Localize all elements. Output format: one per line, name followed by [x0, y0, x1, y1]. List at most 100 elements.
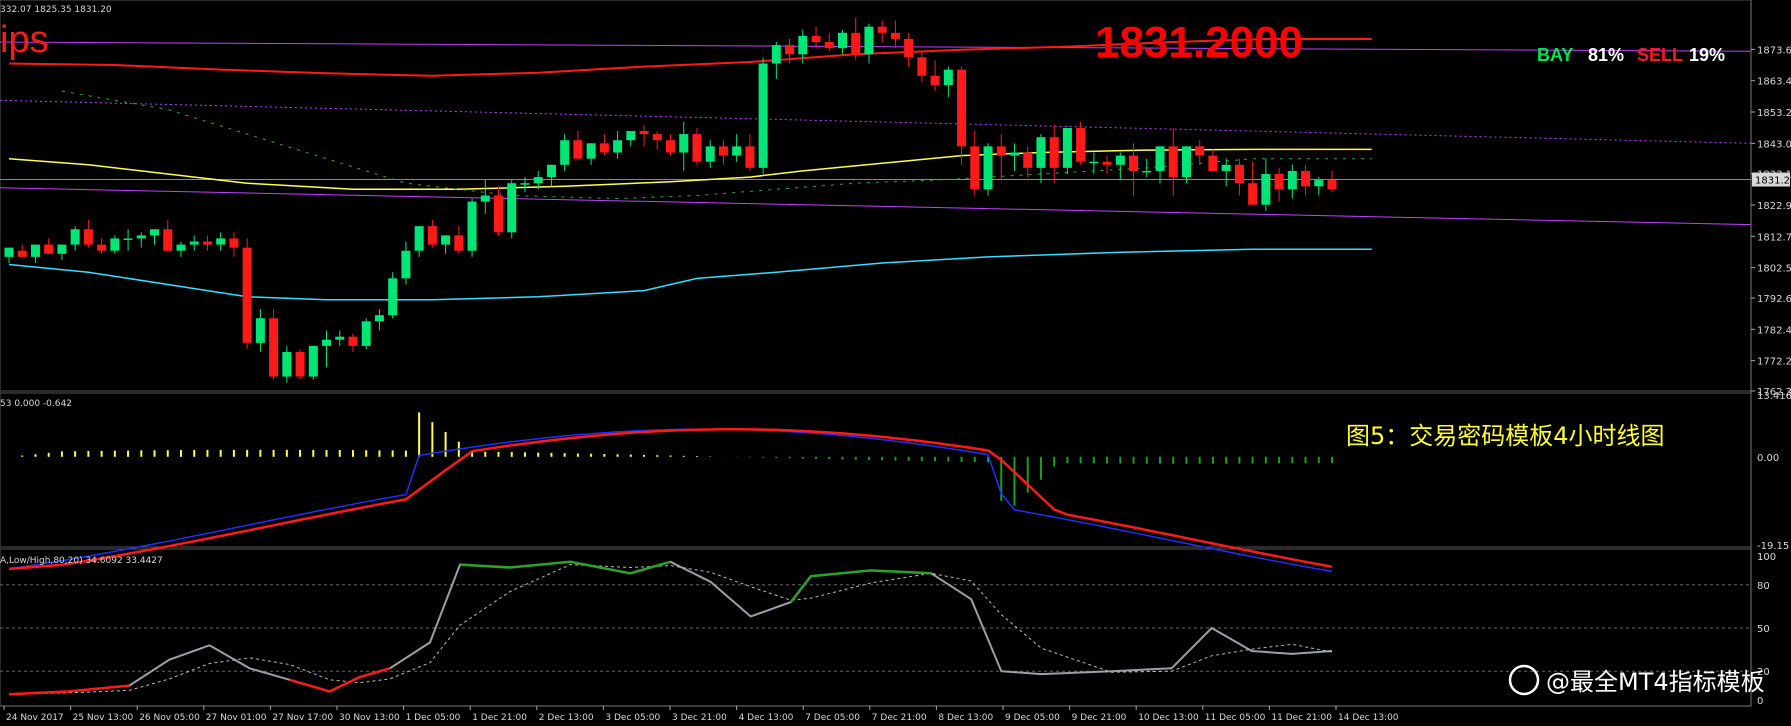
ma-yellow-line	[8, 148, 1372, 191]
candle-body	[57, 244, 67, 254]
candle-body	[1327, 180, 1337, 190]
candle-body	[798, 35, 808, 55]
xtick-label: 25 Nov 13:00	[73, 713, 134, 723]
candle-body	[520, 183, 530, 185]
chart-canvas: 1873.601863.401853.201843.001833.101822.…	[0, 0, 1791, 723]
stoch-overbought-segment	[459, 560, 671, 575]
candle-body	[388, 278, 398, 316]
watermark: @最全MT4指标模板	[1508, 664, 1765, 696]
candle-body	[890, 32, 900, 39]
candle-body	[1142, 170, 1152, 173]
candle-body	[454, 235, 464, 251]
candle-body	[1234, 164, 1244, 184]
candle-body	[30, 244, 40, 257]
stoch-oversold-segment	[289, 667, 391, 693]
channel-upper-line	[0, 41, 1752, 52]
candle-body	[295, 352, 305, 377]
candle-body	[202, 241, 212, 245]
candle-body	[282, 352, 292, 377]
candle-body	[758, 63, 768, 168]
candle-body	[692, 134, 702, 162]
price-ytick-label: 1853.20	[1757, 108, 1791, 119]
candle-body	[666, 140, 675, 153]
candle-body	[1248, 183, 1258, 205]
figure-caption: 图5：交易密码模板4小时线图	[1346, 422, 1665, 450]
current-price-tag-label: 1831.20	[1755, 176, 1791, 187]
candle-body	[242, 247, 252, 343]
candle-body	[480, 195, 490, 202]
candle-body	[745, 146, 755, 168]
candle-body	[441, 235, 451, 245]
candle-body	[943, 69, 953, 85]
bay-label: BAY	[1537, 45, 1573, 65]
xtick-label: 27 Nov 01:00	[206, 713, 267, 723]
xtick-label: 7 Dec 21:00	[872, 713, 927, 723]
candle-body	[44, 244, 54, 254]
price-ytick-label: 1772.20	[1757, 357, 1791, 368]
macd-ytick-label: 13.416	[1757, 391, 1791, 402]
candle-body	[599, 143, 609, 153]
sell-value: 19%	[1689, 45, 1725, 65]
ohlc-readout: 332.07 1825.35 1831.20	[0, 5, 112, 15]
candle-body	[1062, 127, 1072, 168]
candle-body	[1102, 161, 1112, 165]
candle-body	[163, 229, 173, 251]
candle-body	[1287, 170, 1297, 190]
candle-body	[613, 140, 623, 153]
candle-body	[322, 339, 332, 346]
candle-body	[718, 146, 728, 156]
xtick-label: 14 Dec 13:00	[1338, 713, 1399, 723]
candle-body	[83, 229, 93, 245]
candle-body	[1314, 180, 1324, 187]
candle-body	[930, 75, 940, 85]
candle-body	[427, 226, 437, 245]
candle-body	[255, 318, 265, 343]
price-ytick-label: 1802.50	[1757, 264, 1791, 275]
stoch-ytick-label: 0	[1757, 696, 1763, 707]
stoch-overbought-segment	[789, 569, 932, 603]
candle-body	[679, 134, 689, 153]
price-ytick-label: 1812.70	[1757, 232, 1791, 243]
candle-body	[996, 146, 1006, 156]
candle-body	[533, 177, 543, 184]
candle-body	[877, 26, 887, 33]
macd-panel-frame	[0, 392, 1752, 548]
candle-body	[771, 45, 781, 64]
candle-body	[560, 140, 570, 165]
candle-body	[1009, 152, 1019, 156]
xtick-label: 1 Dec 21:00	[472, 713, 527, 723]
candle-body	[573, 140, 583, 159]
bay-value: 81%	[1588, 45, 1624, 65]
stoch-header: A,Low/High,80,20) 34.6092 33.4427	[0, 556, 163, 566]
candle-body	[811, 35, 821, 43]
watermark-text: @最全MT4指标模板	[1546, 668, 1765, 696]
price-ytick-label: 1792.60	[1757, 294, 1791, 305]
candle-body	[1195, 146, 1205, 156]
xtick-label: 27 Nov 17:00	[272, 713, 333, 723]
xtick-label: 2 Dec 13:00	[539, 713, 594, 723]
candle-body	[269, 318, 279, 377]
xtick-label: 9 Dec 05:00	[1005, 713, 1060, 723]
candle-body	[494, 195, 504, 233]
macd-ytick-label: 0.00	[1757, 453, 1779, 464]
axis-layer: 1873.601863.401853.201843.001833.101822.…	[3, 45, 1791, 723]
candle-body	[785, 45, 795, 55]
big-price-label: 1831.2000	[1095, 18, 1303, 67]
candle-body	[705, 146, 715, 162]
macd-ytick-label: -19.15	[1757, 541, 1789, 552]
candle-body	[1274, 174, 1284, 190]
candle-body	[110, 238, 120, 251]
candle-body	[507, 183, 517, 233]
xtick-label: 10 Dec 13:00	[1138, 713, 1199, 723]
candle-body	[652, 134, 662, 141]
xtick-label: 11 Dec 05:00	[1205, 713, 1266, 723]
candle-body	[150, 229, 160, 236]
stoch-k-line	[8, 560, 1333, 696]
candle-body	[1301, 170, 1311, 187]
candle-body	[335, 336, 345, 340]
candle-body	[4, 247, 14, 257]
candle-body	[983, 146, 993, 190]
stoch-ytick-label: 80	[1757, 581, 1770, 592]
candle-body	[1076, 127, 1086, 162]
candle-body	[1155, 146, 1165, 171]
